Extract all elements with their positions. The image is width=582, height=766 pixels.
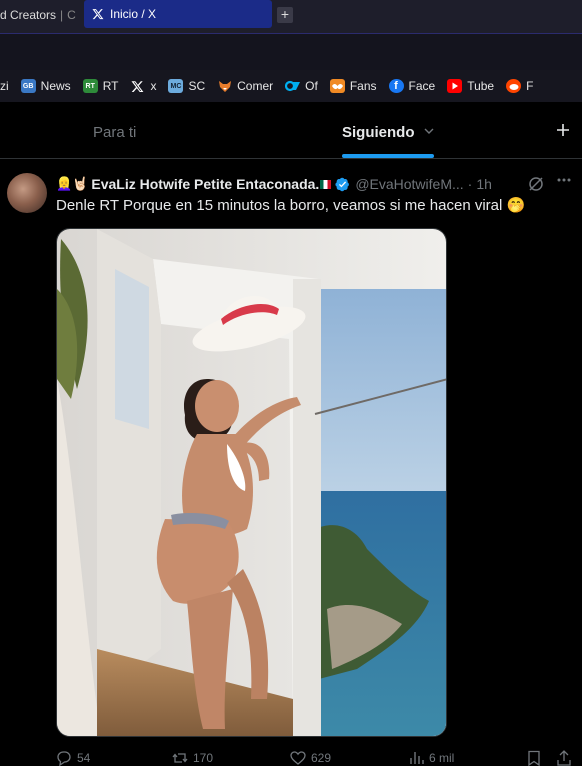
view-count: 6 mil [429,751,455,765]
tab-title: Inicio / X [110,7,157,21]
bookmark-news[interactable]: GB News [20,79,71,93]
tweet-photo[interactable] [56,228,447,737]
tweet-timestamp[interactable]: 1h [476,176,492,192]
tab-separator: | [60,8,64,22]
tabs-divider [0,158,582,159]
youtube-icon [447,79,463,93]
tweet-header: 👱‍♀️🤘🏻 EvaLiz Hotwife Petite Entaconada.… [56,175,580,193]
mexico-flag-icon [320,179,332,189]
verified-badge-icon [335,177,350,191]
add-timeline-button[interactable] [556,120,570,143]
bookmark-label: Face [408,79,436,93]
fox-icon [217,79,232,93]
reddit-icon [506,79,522,93]
bookmark-label: F [526,79,534,93]
bookmark-zi[interactable]: zi [0,79,9,93]
tweet-text: Denle RT Porque en 15 minutos la borro, … [56,196,576,216]
facebook-icon: f [388,79,404,93]
rt-icon: RT [82,79,98,93]
bookmark-sc[interactable]: MC SC [168,79,205,93]
timeline-tabs: Para ti Siguiendo [0,102,582,158]
photo-illustration [57,229,446,736]
author-emojis: 👱‍♀️🤘🏻 [56,176,89,191]
browser-tab-strip: d Creators | C Inicio / X + [0,0,582,34]
author-name[interactable]: EvaLiz Hotwife Petite Entaconada. [91,176,319,192]
browser-toolbar [0,34,582,70]
bookmark-label: News [40,79,71,93]
bookmark-face[interactable]: f Face [388,79,436,93]
repost-count: 170 [193,751,214,765]
tab-following-label: Siguiendo [342,124,415,141]
bookmark-label: Of [305,79,318,93]
bookmark-label: SC [188,79,206,93]
bookmark-label: Comer [237,79,274,93]
browser-tab-x-home[interactable]: Inicio / X [84,0,272,28]
fansly-icon [329,79,345,93]
author-handle[interactable]: @EvaHotwifeM... [355,176,463,192]
new-tab-button[interactable]: + [277,7,293,23]
onlyfans-icon [285,79,301,93]
tweet-actions: 54 170 629 6 mil [0,744,582,766]
like-count: 629 [311,751,332,765]
bookmark-comer[interactable]: Comer [217,79,273,93]
bookmarks-bar: zi GB News RT RT x MC SC Comer Of Fans f [0,70,582,102]
bookmark-label: zi [0,79,9,93]
bookmark-rt[interactable]: RT RT [82,79,119,93]
bookmark-label: Fans [349,79,377,93]
bookmark-of[interactable]: Of [285,79,318,93]
tab-following[interactable]: Siguiendo [342,124,435,141]
tab-label-fragment: C [67,8,76,22]
more-options-button[interactable] [556,172,572,193]
bookmark-label: x [150,79,157,93]
bookmark-fans[interactable]: Fans [329,79,377,93]
separator-dot: · [467,176,473,192]
bookmark-label: Tube [467,79,495,93]
browser-tab-creators[interactable]: d Creators | C [0,0,76,30]
man-city-icon: MC [168,79,184,93]
bookmark-label: RT [102,79,119,93]
tweet-body: Denle RT Porque en 15 minutos la borro, … [56,197,503,214]
ellipsis-icon [557,178,571,182]
tweet-emoji: 🤭 [506,197,526,214]
bookmark-reddit[interactable]: F [506,79,533,93]
grok-icon[interactable] [528,176,544,192]
reply-count: 54 [77,751,91,765]
avatar[interactable] [7,173,47,213]
bookmark-tube[interactable]: Tube [447,79,494,93]
x-logo-icon [130,79,145,93]
plus-icon [557,124,569,136]
tab-label: d Creators [0,8,57,22]
tab-for-you[interactable]: Para ti [93,124,136,141]
gb-news-icon: GB [20,79,36,93]
x-logo-icon [91,7,105,21]
chevron-down-icon [423,125,435,140]
bookmark-x[interactable]: x [130,79,156,93]
